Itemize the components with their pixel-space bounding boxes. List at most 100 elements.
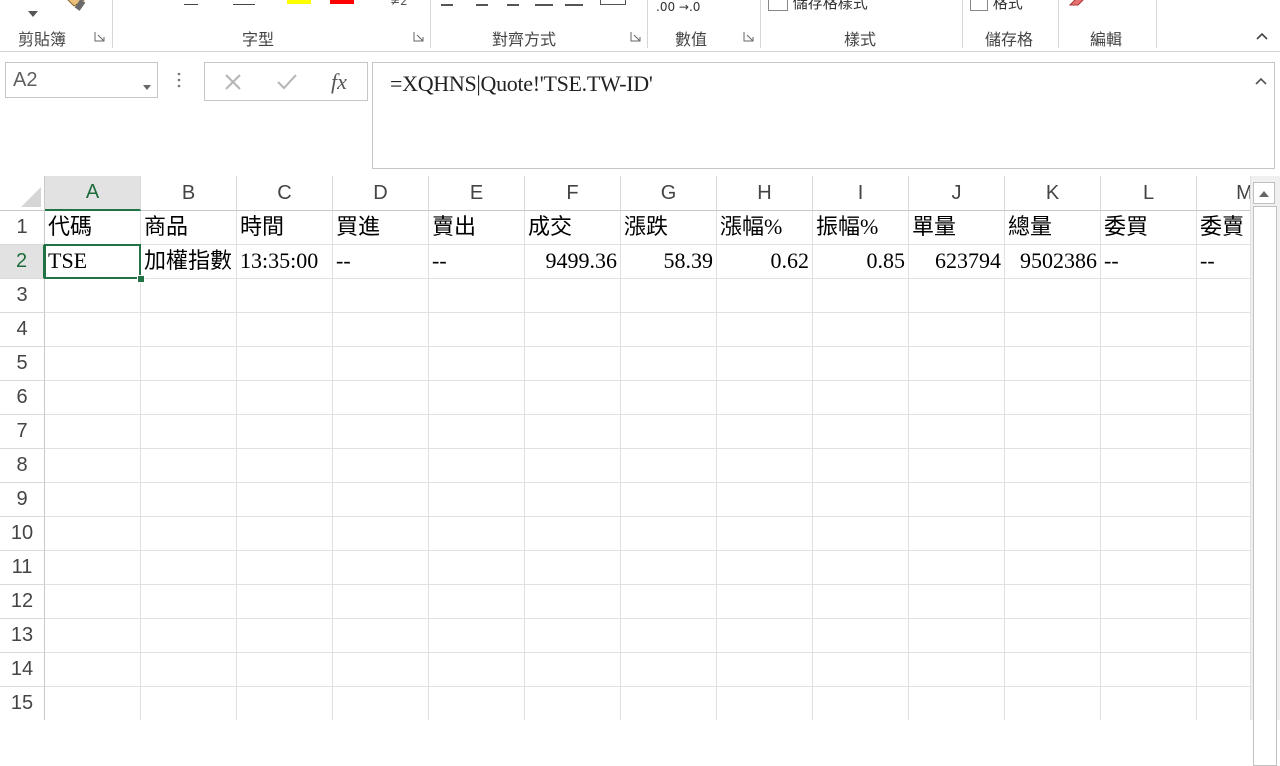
cell-a13[interactable] [45, 619, 141, 653]
cell-h6[interactable] [717, 381, 813, 415]
cell-c15[interactable] [237, 687, 333, 720]
cell-l14[interactable] [1101, 653, 1197, 687]
cell-g10[interactable] [621, 517, 717, 551]
cell-e8[interactable] [429, 449, 525, 483]
cell-d6[interactable] [333, 381, 429, 415]
cell-i3[interactable] [813, 279, 909, 313]
cell-e7[interactable] [429, 415, 525, 449]
cell-j15[interactable] [909, 687, 1005, 720]
cell-j5[interactable] [909, 347, 1005, 381]
column-header-h[interactable]: H [717, 176, 813, 211]
cell-d3[interactable] [333, 279, 429, 313]
worksheet-grid[interactable]: A B C D E F G H I J K L M 1 代碼 商品 時間 買進 賣出 成交 漲跌 漲幅% 振幅% 單量 總量 委買… [0, 176, 1250, 720]
cell-h1[interactable]: 漲幅% [717, 211, 813, 245]
formula-bar-resize-handle-icon[interactable] [176, 70, 182, 90]
cell-l8[interactable] [1101, 449, 1197, 483]
cell-b1[interactable]: 商品 [141, 211, 237, 245]
cell-l13[interactable] [1101, 619, 1197, 653]
cell-g5[interactable] [621, 347, 717, 381]
highlight-color-swatch[interactable] [287, 0, 311, 4]
cell-f1[interactable]: 成交 [525, 211, 621, 245]
cell-b13[interactable] [141, 619, 237, 653]
font-color-swatch[interactable] [330, 0, 354, 4]
cell-h9[interactable] [717, 483, 813, 517]
cell-e14[interactable] [429, 653, 525, 687]
row-header-1[interactable]: 1 [0, 211, 45, 245]
cell-d14[interactable] [333, 653, 429, 687]
cell-g12[interactable] [621, 585, 717, 619]
cell-b4[interactable] [141, 313, 237, 347]
cell-k2[interactable]: 9502386 [1005, 245, 1101, 279]
cell-c8[interactable] [237, 449, 333, 483]
cell-c7[interactable] [237, 415, 333, 449]
align-left-icon[interactable] [441, 0, 453, 6]
cell-h8[interactable] [717, 449, 813, 483]
cell-h11[interactable] [717, 551, 813, 585]
cell-m7[interactable] [1197, 415, 1250, 449]
font-launcher-icon[interactable] [413, 31, 424, 42]
row-header-15[interactable]: 15 [0, 687, 45, 720]
cell-d10[interactable] [333, 517, 429, 551]
cell-b15[interactable] [141, 687, 237, 720]
cell-m1[interactable]: 委賣 [1197, 211, 1250, 245]
cell-k9[interactable] [1005, 483, 1101, 517]
cell-f6[interactable] [525, 381, 621, 415]
cell-i10[interactable] [813, 517, 909, 551]
cell-d5[interactable] [333, 347, 429, 381]
cell-k3[interactable] [1005, 279, 1101, 313]
cell-f12[interactable] [525, 585, 621, 619]
clipboard-launcher-icon[interactable] [94, 31, 105, 42]
cell-d4[interactable] [333, 313, 429, 347]
cell-b2[interactable]: 加權指數 [141, 245, 237, 279]
cell-h15[interactable] [717, 687, 813, 720]
collapse-ribbon-icon[interactable] [1254, 28, 1270, 44]
cell-i6[interactable] [813, 381, 909, 415]
cell-c9[interactable] [237, 483, 333, 517]
formula-input[interactable]: =XQHNS|Quote!'TSE.TW-ID' [372, 62, 1275, 169]
row-header-2[interactable]: 2 [0, 245, 45, 279]
row-header-6[interactable]: 6 [0, 381, 45, 415]
cell-f15[interactable] [525, 687, 621, 720]
cell-i5[interactable] [813, 347, 909, 381]
cell-g1[interactable]: 漲跌 [621, 211, 717, 245]
cell-l11[interactable] [1101, 551, 1197, 585]
column-header-k[interactable]: K [1005, 176, 1101, 211]
cell-c3[interactable] [237, 279, 333, 313]
cell-a2[interactable]: TSE [45, 245, 141, 279]
row-header-9[interactable]: 9 [0, 483, 45, 517]
cell-l4[interactable] [1101, 313, 1197, 347]
scroll-up-button[interactable] [1253, 182, 1275, 204]
cell-b3[interactable] [141, 279, 237, 313]
decimal-buttons[interactable]: .00 →.0 [656, 0, 700, 14]
cell-c10[interactable] [237, 517, 333, 551]
cell-h4[interactable] [717, 313, 813, 347]
column-header-m[interactable]: M [1197, 176, 1250, 211]
cell-a4[interactable] [45, 313, 141, 347]
cell-h10[interactable] [717, 517, 813, 551]
cell-c12[interactable] [237, 585, 333, 619]
alignment-launcher-icon[interactable] [630, 31, 641, 42]
cell-c14[interactable] [237, 653, 333, 687]
cell-i11[interactable] [813, 551, 909, 585]
number-launcher-icon[interactable] [743, 31, 754, 42]
cell-a9[interactable] [45, 483, 141, 517]
cell-l7[interactable] [1101, 415, 1197, 449]
cell-i8[interactable] [813, 449, 909, 483]
column-header-j[interactable]: J [909, 176, 1005, 211]
cell-d1[interactable]: 買進 [333, 211, 429, 245]
cell-m8[interactable] [1197, 449, 1250, 483]
cell-l10[interactable] [1101, 517, 1197, 551]
select-all-button[interactable] [0, 176, 45, 211]
cell-a14[interactable] [45, 653, 141, 687]
cell-m13[interactable] [1197, 619, 1250, 653]
cell-m14[interactable] [1197, 653, 1250, 687]
vertical-scrollbar[interactable] [1250, 176, 1280, 766]
scrollbar-thumb[interactable] [1253, 206, 1277, 766]
row-header-12[interactable]: 12 [0, 585, 45, 619]
cell-f9[interactable] [525, 483, 621, 517]
cell-b11[interactable] [141, 551, 237, 585]
cell-g11[interactable] [621, 551, 717, 585]
cell-f4[interactable] [525, 313, 621, 347]
column-header-c[interactable]: C [237, 176, 333, 211]
cell-i13[interactable] [813, 619, 909, 653]
